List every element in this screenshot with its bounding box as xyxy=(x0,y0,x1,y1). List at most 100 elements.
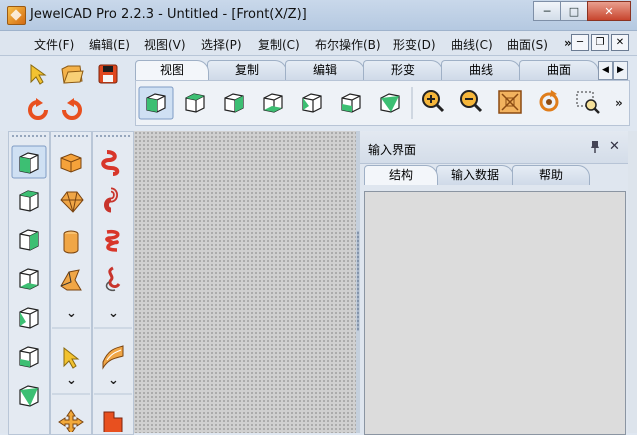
tab-deform[interactable]: 形变 xyxy=(363,60,443,80)
side-view-top-icon xyxy=(19,190,39,212)
column-grip xyxy=(53,134,89,139)
save-tool[interactable] xyxy=(94,60,122,88)
menu-curve[interactable]: 曲线(C) xyxy=(451,36,493,53)
surface-collapse-arrow-icon[interactable]: ⌄ xyxy=(108,373,119,388)
menu-file[interactable]: 文件(F) xyxy=(34,36,74,53)
spiral-curve-icon xyxy=(101,150,120,176)
app-logo-icon xyxy=(7,6,26,25)
view-column-icons xyxy=(11,145,47,407)
rotate-view-icon xyxy=(539,90,559,112)
menu-view[interactable]: 视图(V) xyxy=(144,36,186,53)
menu-copy[interactable]: 复制(C) xyxy=(258,36,300,53)
zoom-window-icon xyxy=(576,91,600,114)
menu-bar: 文件(F) 编辑(E) 视图(V) 选择(P) 复制(C) 布尔操作(B) 形变… xyxy=(0,31,637,56)
redo-icon xyxy=(28,98,48,120)
view-front-icon xyxy=(224,93,244,113)
view-back-icon xyxy=(302,93,322,113)
mdi-controls: ─ ❐ ✕ xyxy=(569,34,629,51)
view-left-icon xyxy=(341,93,361,113)
menu-boolean[interactable]: 布尔操作(B) xyxy=(315,36,381,53)
select-collapse-arrow-icon[interactable]: ⌄ xyxy=(66,373,77,388)
cylinder-primitive-icon xyxy=(63,230,79,254)
view-top-icon xyxy=(185,93,205,113)
floppy-save-icon xyxy=(98,64,118,84)
loop-curve-icon xyxy=(104,187,118,213)
pick-arrow-icon xyxy=(63,346,80,369)
menu-edit[interactable]: 编辑(E) xyxy=(89,36,130,53)
tab-structure[interactable]: 结构 xyxy=(364,165,438,185)
minimize-button[interactable]: ─ xyxy=(533,1,561,21)
twisted-primitive-icon xyxy=(60,269,82,291)
menu-deform[interactable]: 形变(D) xyxy=(393,36,436,53)
curve-collapse-arrow-icon[interactable]: ⌄ xyxy=(108,306,119,321)
menu-surface[interactable]: 曲面(S) xyxy=(507,36,548,53)
window-title: JewelCAD Pro 2.2.3 - Untitled - [Front(X… xyxy=(30,7,307,22)
curve-tools-column: ⌄ ⌄ xyxy=(92,131,134,435)
view-toolbar-icons: » xyxy=(138,86,623,120)
side-view-back-icon xyxy=(19,307,39,329)
side-view-bottom-icon xyxy=(19,385,39,407)
folder-open-icon xyxy=(61,65,84,84)
select-arrow-tool[interactable] xyxy=(24,60,52,88)
column-grip xyxy=(95,134,131,139)
primitive-column-icons: ⌄ ⌄ xyxy=(52,153,90,432)
view-toolbar-overflow-button[interactable]: » xyxy=(615,96,623,110)
profile-shape-icon xyxy=(103,411,123,432)
ribbon-tab-strip: 视图 复制 编辑 形变 曲线 曲面 ◀ ▶ xyxy=(135,60,628,80)
box-primitive-icon xyxy=(60,153,82,173)
side-view-side-icon xyxy=(19,268,39,290)
side-view-perspective-icon xyxy=(19,152,39,174)
open-file-tool[interactable] xyxy=(58,60,86,88)
mdi-close-button[interactable]: ✕ xyxy=(611,34,629,51)
hook-curve-icon xyxy=(105,266,121,292)
tab-scroll-right-button[interactable]: ▶ xyxy=(613,61,628,80)
maximize-button[interactable]: □ xyxy=(560,1,588,21)
pin-icon[interactable] xyxy=(590,140,600,154)
move-cross-icon xyxy=(58,409,84,432)
zoom-fit-icon xyxy=(498,90,522,114)
coil-curve-icon xyxy=(105,229,120,252)
undo-tool[interactable] xyxy=(58,96,86,124)
input-panel-content xyxy=(364,191,626,435)
input-panel-title: 输入界面 xyxy=(368,143,417,157)
tab-surface[interactable]: 曲面 xyxy=(519,60,599,80)
quick-toolbar xyxy=(10,58,130,128)
front-viewport[interactable] xyxy=(134,131,358,433)
close-button[interactable]: ✕ xyxy=(587,1,631,21)
tab-view[interactable]: 视图 xyxy=(135,60,209,80)
right-edge-strip xyxy=(628,131,637,433)
view-tools-column xyxy=(8,131,50,435)
side-view-left-icon xyxy=(19,346,39,368)
redo-tool[interactable] xyxy=(24,96,52,124)
view-toolbar: » xyxy=(135,80,630,126)
input-panel: 输入界面 ✕ 结构 输入数据 帮助 xyxy=(360,131,637,435)
surface-sweep-icon xyxy=(102,345,124,370)
primitive-collapse-arrow-icon[interactable]: ⌄ xyxy=(66,306,77,321)
undo-icon xyxy=(62,98,82,120)
zoom-out-icon xyxy=(460,90,483,113)
input-panel-tabs: 结构 输入数据 帮助 xyxy=(360,165,628,185)
window-controls: ─ □ ✕ xyxy=(533,1,631,21)
view-bottom-icon xyxy=(380,93,400,113)
tab-help[interactable]: 帮助 xyxy=(512,165,590,185)
tab-input-data[interactable]: 输入数据 xyxy=(436,165,514,185)
zoom-in-icon xyxy=(422,90,445,113)
input-panel-close-button[interactable]: ✕ xyxy=(609,139,620,154)
tab-copy[interactable]: 复制 xyxy=(207,60,287,80)
curve-column-icons: ⌄ ⌄ xyxy=(94,150,132,432)
title-bar: JewelCAD Pro 2.2.3 - Untitled - [Front(X… xyxy=(0,0,637,31)
tab-scroll-left-button[interactable]: ◀ xyxy=(598,61,613,80)
view-perspective-icon xyxy=(146,93,166,113)
tab-curve[interactable]: 曲线 xyxy=(441,60,521,80)
primitive-tools-column: ⌄ ⌄ xyxy=(50,131,92,435)
mdi-minimize-button[interactable]: ─ xyxy=(571,34,589,51)
gem-primitive-icon xyxy=(60,191,84,213)
mdi-restore-button[interactable]: ❐ xyxy=(591,34,609,51)
arrow-cursor-icon xyxy=(30,64,47,85)
tab-edit[interactable]: 编辑 xyxy=(285,60,365,80)
menu-select[interactable]: 选择(P) xyxy=(201,36,242,53)
column-grip xyxy=(11,134,47,139)
view-side-icon xyxy=(263,93,283,113)
side-view-front-icon xyxy=(19,229,39,251)
input-panel-header: 输入界面 ✕ xyxy=(360,131,628,164)
